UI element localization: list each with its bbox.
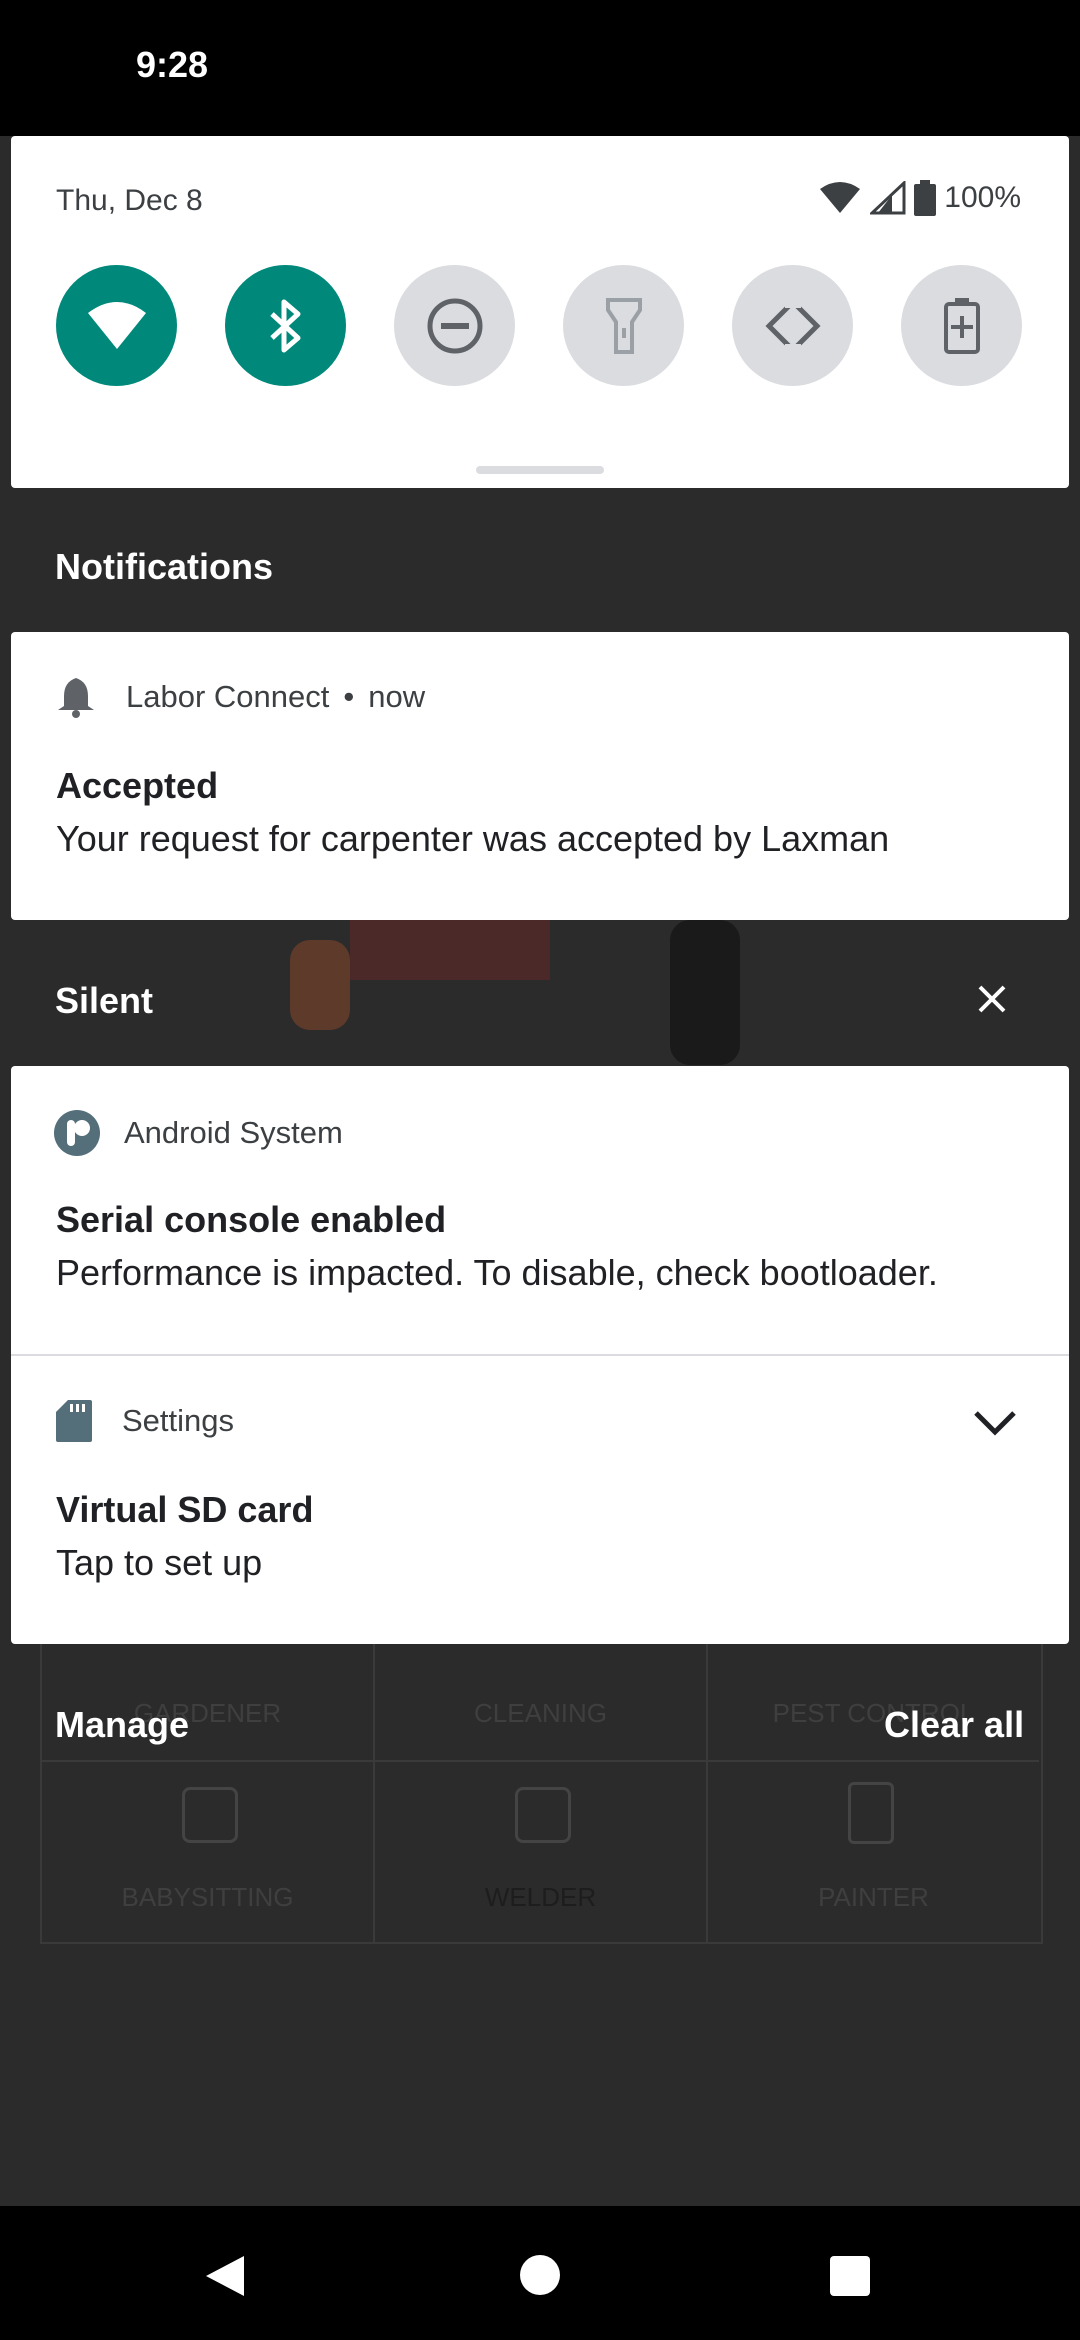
auto-rotate-icon — [764, 295, 821, 356]
silent-header: Silent — [55, 980, 154, 1021]
notification-labor-connect[interactable]: Labor Connect • now Accepted Your reques… — [11, 632, 1069, 920]
notification-settings[interactable]: Settings Virtual SD card Tap to set up — [11, 1356, 1069, 1644]
notification-title: Virtual SD card — [56, 1489, 314, 1530]
status-bar: 9:28 — [0, 0, 1080, 136]
bluetooth-tile[interactable] — [225, 265, 346, 386]
notifications-header: Notifications — [55, 546, 274, 587]
back-icon[interactable] — [204, 2254, 246, 2298]
notification-body: Tap to set up — [56, 1542, 263, 1583]
separator-dot: • — [343, 679, 355, 714]
bluetooth-icon — [269, 299, 300, 352]
flashlight-tile[interactable] — [563, 265, 684, 386]
category-cleaning: CLEANING — [474, 1698, 607, 1728]
notification-body: Performance is impacted. To disable, che… — [56, 1252, 938, 1293]
notification-app-row: Settings — [56, 1400, 234, 1442]
app-name: Labor Connect — [126, 679, 330, 714]
notification-body: Your request for carpenter was accepted … — [56, 818, 890, 859]
wifi-signal-icon — [820, 182, 861, 213]
battery-saver-icon — [943, 297, 980, 354]
home-icon[interactable] — [520, 2255, 560, 2295]
drag-handle[interactable] — [476, 466, 604, 474]
close-icon[interactable] — [977, 984, 1007, 1014]
welder-icon — [515, 1787, 571, 1843]
date-label: Thu, Dec 8 — [56, 184, 203, 217]
battery-percent: 100% — [944, 181, 1021, 214]
babysitting-icon — [182, 1787, 238, 1843]
clock: 9:28 — [136, 44, 209, 85]
battery-saver-tile[interactable] — [901, 265, 1022, 386]
notification-title: Serial console enabled — [56, 1199, 447, 1240]
notification-app-row: Android System — [54, 1110, 343, 1156]
clear-all-button[interactable]: Clear all — [884, 1704, 1024, 1746]
bell-icon — [58, 678, 94, 718]
category-babysitting: BABYSITTING — [121, 1882, 294, 1912]
sd-card-icon — [56, 1400, 92, 1442]
category-welder: WELDER — [484, 1882, 597, 1912]
notification-android-system[interactable]: Android System Serial console enabled Pe… — [11, 1066, 1069, 1354]
notification-time: now — [368, 679, 426, 714]
background-category-grid: GARDENER CLEANING PEST CONTROL BABYSITTI… — [40, 1640, 1043, 1944]
cell-signal-icon — [870, 181, 906, 215]
app-name: Android System — [124, 1115, 343, 1150]
painter-icon — [848, 1782, 894, 1844]
chevron-down-icon[interactable] — [973, 1410, 1017, 1436]
quick-settings-panel: Thu, Dec 8 100% — [11, 136, 1069, 488]
do-not-disturb-tile[interactable] — [394, 265, 515, 386]
silent-notifications-card: Android System Serial console enabled Pe… — [11, 1066, 1069, 1644]
recents-icon[interactable] — [830, 2256, 870, 2296]
wifi-tile[interactable] — [56, 265, 177, 386]
app-name: Settings — [122, 1403, 235, 1438]
android-system-icon — [54, 1110, 100, 1156]
notification-app-row: Labor Connect • now — [56, 676, 425, 718]
manage-button[interactable]: Manage — [55, 1704, 189, 1746]
category-painter: PAINTER — [818, 1882, 929, 1912]
notification-title: Accepted — [56, 765, 219, 806]
navigation-bar — [0, 2206, 1080, 2340]
background-illustration — [270, 920, 770, 1065]
auto-rotate-tile[interactable] — [732, 265, 853, 386]
status-icons: 100% — [818, 180, 1021, 216]
do-not-disturb-icon — [427, 298, 482, 353]
flashlight-icon — [605, 297, 642, 354]
battery-icon — [914, 180, 937, 216]
wifi-icon — [87, 301, 146, 349]
